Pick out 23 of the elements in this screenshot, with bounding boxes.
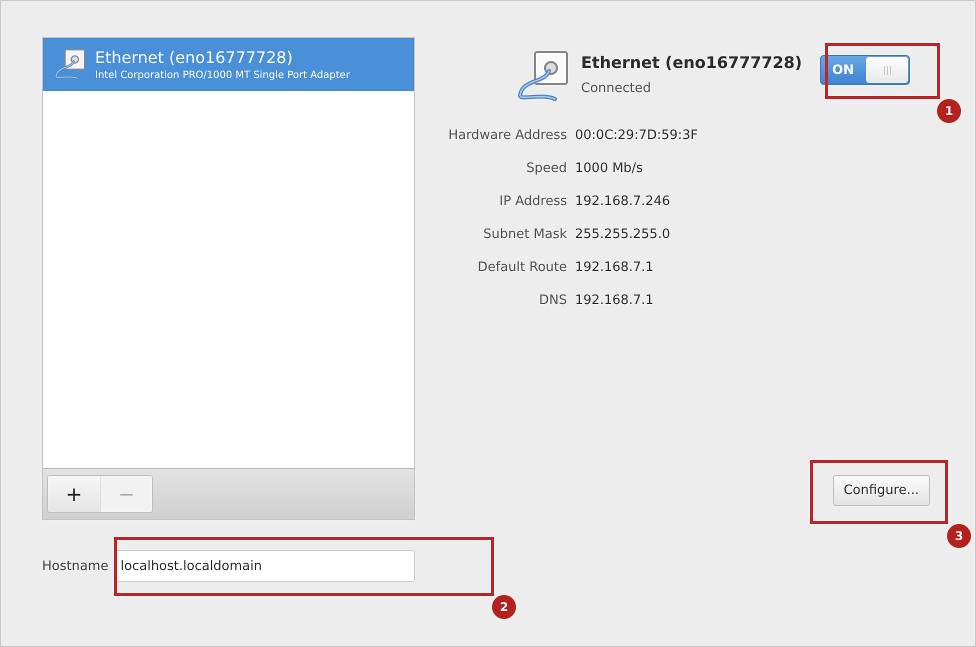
add-button[interactable]: +: [48, 476, 100, 512]
hostname-label: Hostname: [42, 558, 110, 574]
connection-description: Intel Corporation PRO/1000 MT Single Port Adapter: [95, 70, 350, 81]
field-label: Subnet Mask: [482, 227, 567, 242]
number-badge: 3: [947, 524, 971, 548]
connection-status: Connected: [581, 81, 652, 96]
number-badge: 2: [492, 595, 516, 619]
configure-button[interactable]: Configure...: [832, 475, 930, 506]
connection-name: Ethernet (eno16777728): [95, 48, 294, 67]
field-value: 192.168.7.246: [575, 194, 672, 209]
field-value: 00:0C:29:7D:59:3F: [575, 128, 699, 143]
field-value: 255.255.255.0: [575, 227, 672, 242]
number-badge: 1: [937, 99, 961, 123]
field-value: 192.168.7.1: [575, 293, 655, 308]
field-label: DNS: [538, 293, 567, 308]
connection-title: Ethernet (eno16777728): [581, 53, 802, 72]
field-value: 192.168.7.1: [575, 260, 655, 275]
ethernet-icon: [53, 48, 87, 82]
field-label: Hardware Address: [447, 128, 567, 143]
field-label: Default Route: [476, 260, 567, 275]
field-label: IP Address: [498, 194, 567, 209]
field-value: 1000 Mb/s: [575, 161, 644, 176]
field-label: Speed: [525, 161, 567, 176]
